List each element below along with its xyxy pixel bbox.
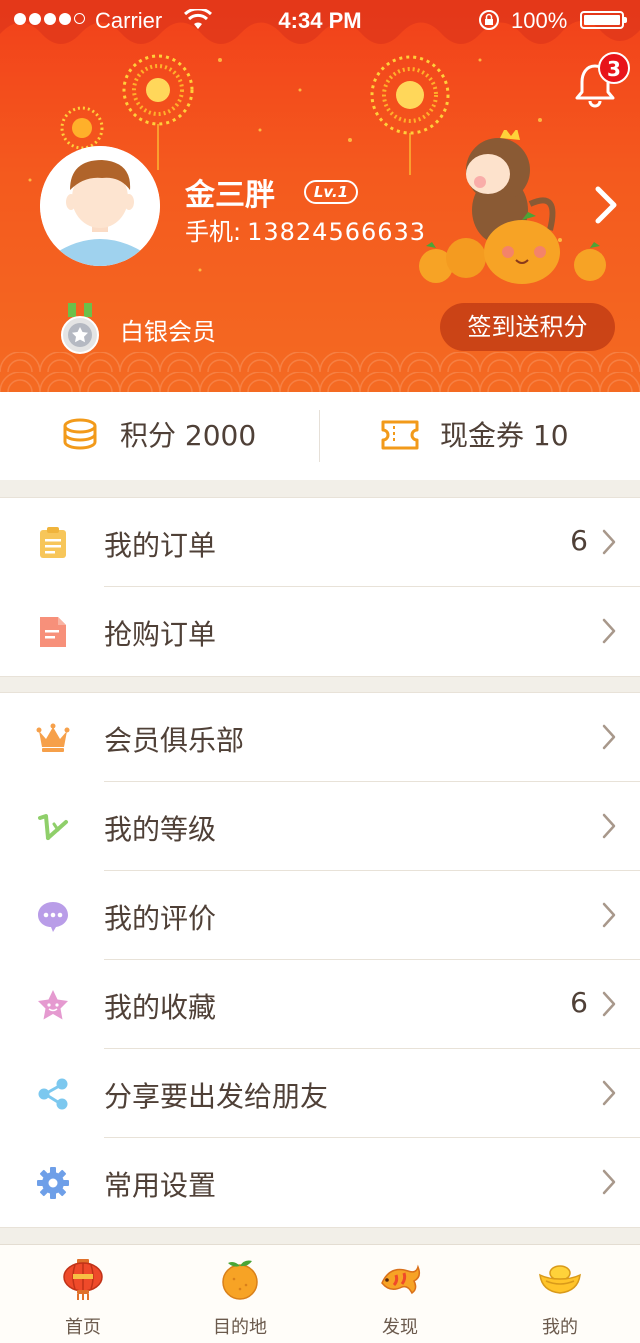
tab-label: 我的 <box>542 1317 578 1338</box>
order-clipboard-icon <box>40 527 66 558</box>
coupons-stat[interactable]: 现金券 10 <box>320 392 640 480</box>
rotation-lock-icon <box>479 10 499 30</box>
level-icon <box>38 814 68 840</box>
gold-ingot-icon <box>539 1265 581 1294</box>
menu-item-my-orders[interactable]: 我的订单 6 <box>0 498 640 587</box>
menu-item-label: 常用设置 <box>104 1169 217 1202</box>
chevron-right-icon <box>602 1169 616 1195</box>
menu-item-share[interactable]: 分享要出发给朋友 <box>0 1049 640 1138</box>
stats-bar: 积分 2000 现金券 10 <box>0 392 640 480</box>
member-level-label: 白银会员 <box>120 318 216 346</box>
chevron-right-icon <box>602 724 616 750</box>
wave-pattern-decoration <box>0 352 640 392</box>
tab-label: 首页 <box>65 1317 101 1338</box>
menu-item-settings[interactable]: 常用设置 <box>0 1138 640 1227</box>
monkey-mascot-illustration <box>419 130 606 284</box>
orders-menu-group: 我的订单 6 抢购订单 <box>0 497 640 677</box>
account-menu-group: 会员俱乐部 我的等级 我的评价 我的收藏 6 分享要出发给朋友 常用设置 <box>0 692 640 1228</box>
menu-item-label: 分享要出发给朋友 <box>104 1080 329 1113</box>
coupon-ticket-icon <box>381 420 419 450</box>
settings-gear-icon <box>37 1167 69 1199</box>
phone-number: 13824566633 <box>247 218 427 246</box>
flash-order-document-icon <box>40 617 66 647</box>
menu-item-my-favorites[interactable]: 我的收藏 6 <box>0 960 640 1049</box>
menu-item-label: 我的收藏 <box>104 991 217 1024</box>
tab-home[interactable]: 首页 <box>3 1245 163 1343</box>
battery-icon <box>580 11 627 29</box>
status-bar: Carrier 4:34 PM 100% <box>0 0 640 40</box>
menu-item-count: 6 <box>570 524 588 557</box>
phone-label: 手机: <box>185 218 242 246</box>
chevron-right-icon <box>602 1080 616 1106</box>
phone-row: 手机: 13824566633 <box>185 212 426 247</box>
avatar-illustration <box>40 146 160 266</box>
username: 金三胖 <box>185 178 275 213</box>
silver-medal-icon <box>61 303 99 354</box>
points-stat[interactable]: 积分 2000 <box>0 392 320 480</box>
tab-label: 发现 <box>382 1317 418 1338</box>
tangerine-icon <box>222 1260 258 1300</box>
bottom-tab-bar: 首页 目的地 发现 我的 <box>0 1244 640 1343</box>
menu-item-label: 我的评价 <box>104 902 217 935</box>
tab-label: 目的地 <box>213 1317 267 1338</box>
tab-destination[interactable]: 目的地 <box>160 1245 320 1343</box>
crown-icon <box>36 723 70 752</box>
tab-mine[interactable]: 我的 <box>480 1245 640 1343</box>
menu-item-my-reviews[interactable]: 我的评价 <box>0 871 640 960</box>
battery-percent: 100% <box>511 8 568 33</box>
profile-header: Carrier 4:34 PM 100% 3 金三胖 Lv.1 手机: 1382… <box>0 0 640 392</box>
chevron-right-icon <box>602 991 616 1017</box>
coins-icon <box>63 418 97 450</box>
menu-item-count: 6 <box>570 986 588 1019</box>
coupons-label: 现金券 10 <box>440 419 569 452</box>
menu-item-label: 抢购订单 <box>104 618 217 651</box>
share-icon <box>38 1078 68 1110</box>
tab-discover[interactable]: 发现 <box>320 1245 480 1343</box>
user-avatar[interactable] <box>40 146 160 266</box>
user-level-badge: Lv.1 <box>304 180 358 204</box>
menu-item-label: 我的订单 <box>104 529 217 562</box>
menu-item-my-level[interactable]: 我的等级 <box>0 782 640 871</box>
menu-item-flash-orders[interactable]: 抢购订单 <box>0 587 640 676</box>
chevron-right-icon <box>602 813 616 839</box>
menu-item-member-club[interactable]: 会员俱乐部 <box>0 693 640 782</box>
menu-item-label: 会员俱乐部 <box>104 724 245 757</box>
chevron-right-icon <box>602 902 616 928</box>
star-favorite-icon <box>38 990 68 1020</box>
notification-badge: 3 <box>598 52 630 84</box>
lantern-icon <box>63 1259 103 1300</box>
comment-bubble-icon <box>38 902 68 932</box>
points-label: 积分 2000 <box>120 419 257 452</box>
chevron-right-icon <box>602 529 616 555</box>
menu-item-label: 我的等级 <box>104 813 217 846</box>
checkin-button[interactable]: 签到送积分 <box>440 303 615 351</box>
profile-detail-arrow-icon[interactable] <box>590 185 620 225</box>
chevron-right-icon <box>602 618 616 644</box>
koi-fish-icon <box>381 1264 421 1295</box>
